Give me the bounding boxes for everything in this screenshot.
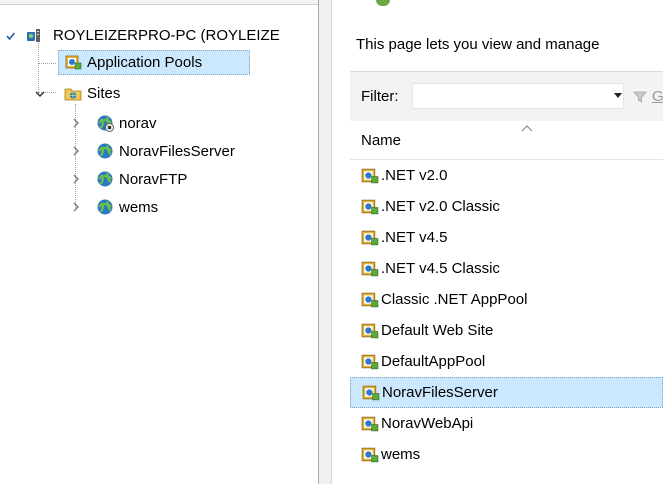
app-pool-name: .NET v4.5: [381, 229, 448, 246]
pane-splitter[interactable]: [318, 0, 332, 484]
list-header: Name: [350, 121, 663, 160]
connections-tree: ROYLEIZERPRO-PC (ROYLEIZE Application Po…: [0, 0, 318, 484]
app-pool-name: Default Web Site: [381, 322, 494, 339]
tree-node-sites[interactable]: Sites: [64, 82, 120, 104]
sites-label: Sites: [87, 84, 121, 102]
sort-ascending-icon: [521, 125, 533, 132]
app-pool-row[interactable]: NoravFilesServer: [350, 377, 663, 408]
sites-folder-icon: [64, 88, 82, 101]
app-pools-label: Application Pools: [87, 53, 203, 71]
app-pool-name: .NET v4.5 Classic: [381, 260, 500, 277]
filter-input[interactable]: [412, 83, 624, 109]
app-pool-row[interactable]: .NET v2.0 Classic: [350, 191, 663, 222]
app-pool-icon: [361, 354, 379, 370]
app-pool-name: NoravFilesServer: [382, 384, 498, 401]
app-pool-row[interactable]: .NET v2.0: [350, 160, 663, 191]
app-pool-name: wems: [381, 446, 421, 463]
application-pools-page: This page lets you view and manage Filte…: [332, 0, 663, 484]
app-pool-name: DefaultAppPool: [381, 353, 486, 370]
server-icon: [27, 29, 40, 42]
tree-connector: [38, 40, 39, 92]
tree-node-site[interactable]: wems: [96, 196, 158, 218]
app-pool-icon: [361, 261, 379, 277]
globe-icon: [97, 199, 113, 215]
tree-node-application-pools[interactable]: Application Pools: [64, 51, 202, 73]
filter-label: Filter:: [361, 88, 399, 105]
app-pool-row[interactable]: Default Web Site: [350, 315, 663, 346]
tree-connector: [38, 63, 56, 64]
globe-icon: [97, 171, 113, 187]
tree-node-site[interactable]: NoravFilesServer: [96, 140, 235, 162]
app-pool-icon: [361, 323, 379, 339]
site-expand-chevron[interactable]: [70, 201, 82, 213]
site-expand-chevron[interactable]: [70, 117, 82, 129]
filter-bar: Filter: Go: [350, 71, 663, 123]
app-pool-icon: [361, 168, 379, 184]
column-header-name[interactable]: Name: [361, 132, 401, 149]
app-pool-name: .NET v2.0 Classic: [381, 198, 500, 215]
app-pool-name: .NET v2.0: [381, 167, 448, 184]
globe-icon: [97, 143, 113, 159]
app-pool-icon: [361, 199, 379, 215]
app-pool-icon: [65, 55, 82, 70]
app-pool-icon: [362, 385, 380, 401]
page-description: This page lets you view and manage: [356, 36, 600, 53]
app-pool-icon: [361, 292, 379, 308]
app-pool-row[interactable]: NoravWebApi: [350, 408, 663, 439]
tree-node-site[interactable]: norav: [96, 112, 157, 134]
tree-node-site[interactable]: NoravFTP: [96, 168, 187, 190]
filter-dropdown-icon[interactable]: [612, 90, 624, 102]
app-pool-name: NoravWebApi: [381, 415, 474, 432]
app-pool-row[interactable]: Classic .NET AppPool: [350, 284, 663, 315]
app-pool-icon: [361, 416, 379, 432]
site-expand-chevron[interactable]: [70, 173, 82, 185]
site-label: NoravFilesServer: [119, 142, 235, 160]
app-pool-row[interactable]: DefaultAppPool: [350, 346, 663, 377]
server-label: ROYLEIZERPRO-PC (ROYLEIZE: [53, 26, 280, 44]
site-label: wems: [119, 198, 159, 216]
go-button[interactable]: Go: [652, 88, 663, 105]
site-label: norav: [119, 114, 157, 132]
app-pool-row[interactable]: .NET v4.5: [350, 222, 663, 253]
site-label: NoravFTP: [119, 170, 188, 188]
site-expand-chevron[interactable]: [70, 145, 82, 157]
app-pool-row[interactable]: wems: [350, 439, 663, 470]
site-stopped-icon: [97, 115, 114, 132]
page-header-icon: [376, 0, 390, 6]
funnel-icon[interactable]: [633, 90, 647, 104]
app-pool-row[interactable]: .NET v4.5 Classic: [350, 253, 663, 284]
app-pool-icon: [361, 230, 379, 246]
tree-toolbar-edge: [0, 0, 318, 5]
app-pool-icon: [361, 447, 379, 463]
sites-expand-chevron[interactable]: [34, 88, 46, 100]
server-expand-chevron[interactable]: [4, 30, 16, 42]
app-pool-name: Classic .NET AppPool: [381, 291, 528, 308]
tree-node-server[interactable]: ROYLEIZERPRO-PC (ROYLEIZE: [20, 24, 280, 46]
